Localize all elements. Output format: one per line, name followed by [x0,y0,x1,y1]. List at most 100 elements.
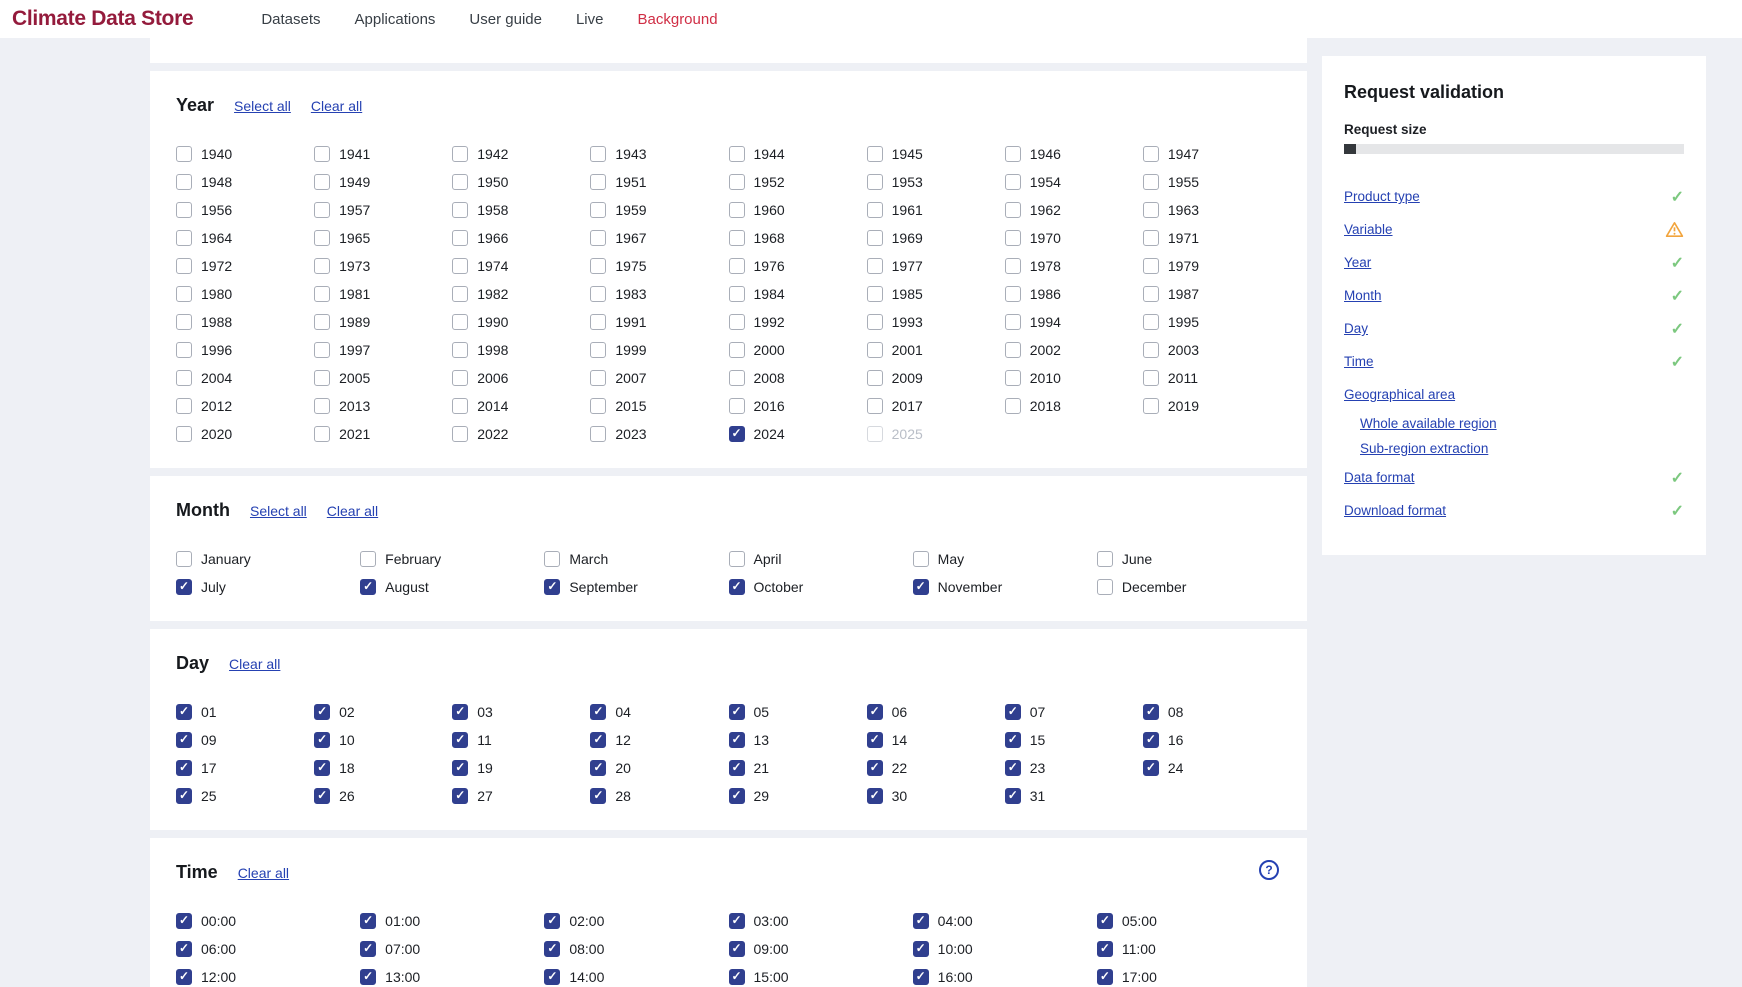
month-option-march[interactable]: March [544,551,728,567]
checkbox[interactable] [1143,760,1159,776]
checkbox[interactable] [314,370,330,386]
checkbox[interactable] [729,202,745,218]
month-option-may[interactable]: May [913,551,1097,567]
year-option-2015[interactable]: 2015 [590,398,728,414]
checkbox[interactable] [544,913,560,929]
checkbox[interactable] [1005,258,1021,274]
checkbox[interactable] [729,704,745,720]
year-select-all-link[interactable]: Select all [234,98,291,114]
month-option-january[interactable]: January [176,551,360,567]
checkbox[interactable] [590,732,606,748]
year-option-2020[interactable]: 2020 [176,426,314,442]
year-option-1976[interactable]: 1976 [729,258,867,274]
checkbox[interactable] [1143,258,1159,274]
year-option-2003[interactable]: 2003 [1143,342,1281,358]
checkbox[interactable] [314,426,330,442]
year-option-1954[interactable]: 1954 [1005,174,1143,190]
checkbox[interactable] [913,941,929,957]
year-option-1998[interactable]: 1998 [452,342,590,358]
nav-item-applications[interactable]: Applications [355,11,436,28]
validation-link-day[interactable]: Day [1344,321,1368,336]
day-option-10[interactable]: 10 [314,732,452,748]
checkbox[interactable] [1005,230,1021,246]
year-option-2019[interactable]: 2019 [1143,398,1281,414]
nav-item-background[interactable]: Background [638,11,718,28]
year-option-1984[interactable]: 1984 [729,286,867,302]
checkbox[interactable] [1097,969,1113,985]
nav-item-user-guide[interactable]: User guide [469,11,542,28]
checkbox[interactable] [176,732,192,748]
year-option-1991[interactable]: 1991 [590,314,728,330]
checkbox[interactable] [729,146,745,162]
year-option-1997[interactable]: 1997 [314,342,452,358]
checkbox[interactable] [590,704,606,720]
checkbox[interactable] [590,230,606,246]
checkbox[interactable] [1143,146,1159,162]
checkbox[interactable] [1005,174,1021,190]
checkbox[interactable] [314,788,330,804]
checkbox[interactable] [729,551,745,567]
checkbox[interactable] [314,398,330,414]
checkbox[interactable] [590,286,606,302]
year-option-1999[interactable]: 1999 [590,342,728,358]
checkbox[interactable] [1143,370,1159,386]
year-option-2023[interactable]: 2023 [590,426,728,442]
year-option-1959[interactable]: 1959 [590,202,728,218]
time-option-02-00[interactable]: 02:00 [544,913,728,929]
checkbox[interactable] [867,732,883,748]
year-option-1992[interactable]: 1992 [729,314,867,330]
validation-link-data-format[interactable]: Data format [1344,470,1415,485]
time-option-16-00[interactable]: 16:00 [913,969,1097,985]
validation-link-download-format[interactable]: Download format [1344,503,1446,518]
checkbox[interactable] [729,174,745,190]
checkbox[interactable] [314,342,330,358]
checkbox[interactable] [867,788,883,804]
checkbox[interactable] [176,230,192,246]
checkbox[interactable] [729,969,745,985]
year-option-2021[interactable]: 2021 [314,426,452,442]
day-option-25[interactable]: 25 [176,788,314,804]
day-option-06[interactable]: 06 [867,704,1005,720]
checkbox[interactable] [452,704,468,720]
year-option-1958[interactable]: 1958 [452,202,590,218]
checkbox[interactable] [176,704,192,720]
checkbox[interactable] [590,342,606,358]
year-option-1963[interactable]: 1963 [1143,202,1281,218]
day-option-23[interactable]: 23 [1005,760,1143,776]
year-option-1952[interactable]: 1952 [729,174,867,190]
validation-link-year[interactable]: Year [1344,255,1371,270]
checkbox[interactable] [590,314,606,330]
day-option-28[interactable]: 28 [590,788,728,804]
time-option-08-00[interactable]: 08:00 [544,941,728,957]
checkbox[interactable] [590,398,606,414]
checkbox[interactable] [544,551,560,567]
year-option-1941[interactable]: 1941 [314,146,452,162]
time-option-17-00[interactable]: 17:00 [1097,969,1281,985]
day-option-04[interactable]: 04 [590,704,728,720]
year-option-1993[interactable]: 1993 [867,314,1005,330]
checkbox[interactable] [1005,314,1021,330]
year-option-2005[interactable]: 2005 [314,370,452,386]
month-option-september[interactable]: September [544,579,728,595]
validation-link-month[interactable]: Month [1344,288,1382,303]
year-option-2007[interactable]: 2007 [590,370,728,386]
checkbox[interactable] [729,732,745,748]
checkbox[interactable] [1097,551,1113,567]
year-option-2018[interactable]: 2018 [1005,398,1143,414]
day-option-03[interactable]: 03 [452,704,590,720]
checkbox[interactable] [729,941,745,957]
help-icon[interactable]: ? [1259,860,1279,880]
checkbox[interactable] [452,314,468,330]
checkbox[interactable] [314,704,330,720]
year-option-1956[interactable]: 1956 [176,202,314,218]
time-option-14-00[interactable]: 14:00 [544,969,728,985]
day-option-12[interactable]: 12 [590,732,728,748]
year-option-2004[interactable]: 2004 [176,370,314,386]
checkbox[interactable] [1143,732,1159,748]
checkbox[interactable] [1097,941,1113,957]
year-option-1995[interactable]: 1995 [1143,314,1281,330]
month-option-february[interactable]: February [360,551,544,567]
year-option-2013[interactable]: 2013 [314,398,452,414]
time-option-03-00[interactable]: 03:00 [729,913,913,929]
checkbox[interactable] [314,202,330,218]
